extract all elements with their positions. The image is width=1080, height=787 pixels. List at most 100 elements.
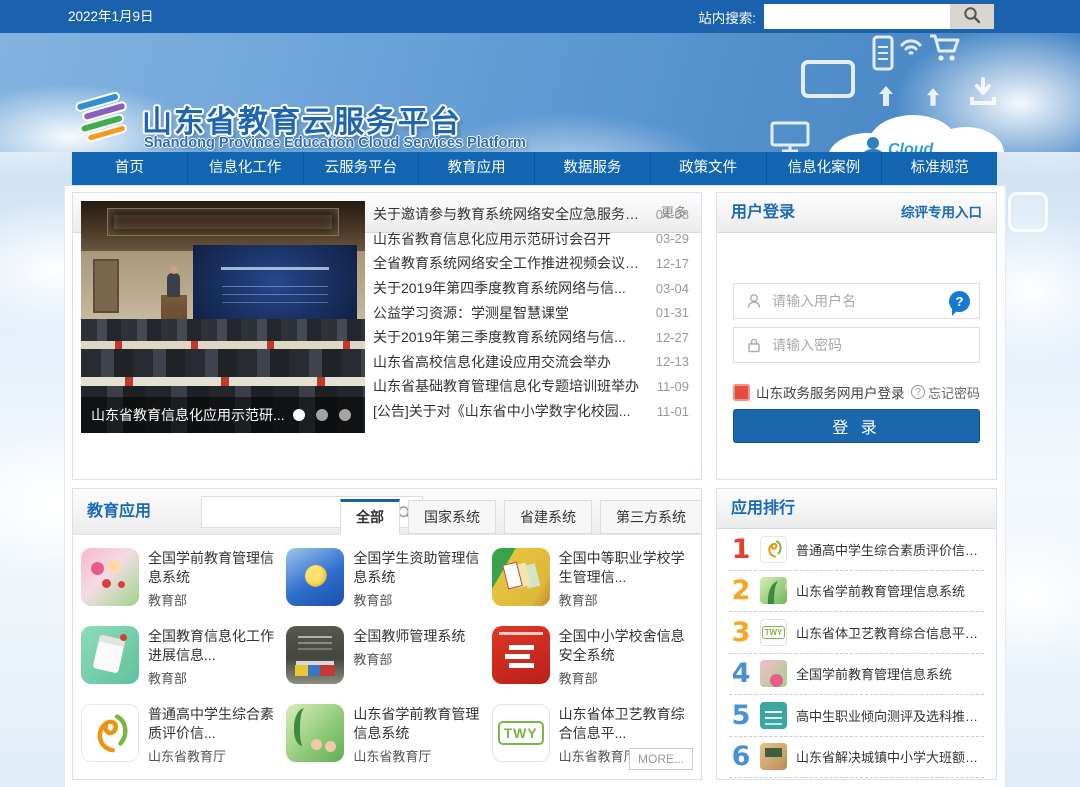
nav-item-3[interactable]: 教育应用 xyxy=(419,152,535,185)
app-card-text: 山东省学前教育管理信息系统山东省教育厅 xyxy=(353,704,485,782)
app-card[interactable]: 全国学前教育管理信息系统教育部 xyxy=(81,548,286,626)
app-name: 全国教育信息化工作进展信息... xyxy=(148,627,280,665)
ranking-title: 应用排行 xyxy=(731,489,795,529)
site-search: 站内搜索: xyxy=(698,4,994,29)
conference-photo xyxy=(81,349,365,377)
news-title-link[interactable]: 关于2019年第四季度教育系统网络与信... xyxy=(373,278,646,298)
forgot-label: 忘记密码 xyxy=(928,383,980,402)
beanstalk-kids-icon xyxy=(760,577,787,604)
rank-number: 2 xyxy=(729,575,753,606)
monitor-icon xyxy=(770,121,810,152)
app-card-text: 全国学生资助管理信息系统教育部 xyxy=(353,548,485,626)
app-card[interactable]: 全国教师管理系统教育部 xyxy=(286,626,491,704)
chalkboard-books-icon xyxy=(286,626,344,684)
rank-item[interactable]: 2 山东省学前教育管理信息系统 xyxy=(729,571,984,613)
rank-item[interactable]: 3TWY山东省体卫艺教育综合信息平台... xyxy=(729,612,984,654)
conference-photo xyxy=(81,319,365,341)
app-card[interactable]: 全国中小学校舍信息安全系统教育部 xyxy=(492,626,697,704)
app-card[interactable]: 全国中等职业学校学生管理信...教育部 xyxy=(492,548,697,626)
password-input[interactable] xyxy=(772,328,943,362)
app-org: 教育部 xyxy=(148,590,280,609)
news-title-link[interactable]: 山东省教育信息化应用示范研讨会召开 xyxy=(373,229,646,249)
news-item: 公益学习资源：学测星智慧课堂01-31 xyxy=(373,300,689,325)
nav-item-2[interactable]: 云服务平台 xyxy=(304,152,420,185)
news-carousel[interactable]: 山东省教育信息化应用示范研... xyxy=(81,201,365,433)
news-item: [公告]关于对《山东省中小学数字化校园... 11-01 xyxy=(373,399,689,424)
person-icon xyxy=(745,292,763,315)
rank-item[interactable]: 5高中生职业倾向测评及选科推荐... xyxy=(729,695,984,737)
app-card-text: 全国中等职业学校学生管理信...教育部 xyxy=(559,548,691,626)
page-subtitle: Shandong Province Education Cloud Servic… xyxy=(144,135,526,151)
app-name: 全国中小学校舍信息安全系统 xyxy=(559,627,691,665)
rank-number: 4 xyxy=(729,658,753,689)
tab-2[interactable]: 省建系统 xyxy=(504,500,592,534)
password-field xyxy=(733,327,980,363)
question-balloon-icon[interactable]: ? xyxy=(949,291,970,312)
news-item: 关于2019年第三季度教育系统网络与信... 12-27 xyxy=(373,325,689,350)
conference-photo xyxy=(167,273,180,297)
gov-service-login-link[interactable]: 山东政务服务网用户登录 xyxy=(733,382,905,402)
gov-badge-icon xyxy=(733,384,750,401)
news-title-link[interactable]: 关于邀请参与教育系统网络安全应急服务支... xyxy=(373,204,646,224)
nav-item-1[interactable]: 信息化工作 xyxy=(188,152,304,185)
carousel-dot[interactable] xyxy=(316,409,328,421)
login-panel: 用户登录 综评专用入口 ? 山东政务服务网用户登录 ? 忘记密码 xyxy=(716,192,997,480)
news-item: 山东省教育信息化应用示范研讨会召开03-29 xyxy=(373,227,689,252)
app-name: 全国中等职业学校学生管理信... xyxy=(559,549,691,587)
nav-item-6[interactable]: 信息化案例 xyxy=(767,152,883,185)
nav-item-5[interactable]: 政策文件 xyxy=(651,152,767,185)
site-search-input[interactable] xyxy=(764,4,950,29)
rank-item[interactable]: 4全国学前教育管理信息系统 xyxy=(729,654,984,696)
tab-3[interactable]: 第三方系统 xyxy=(600,500,702,534)
news-title-link[interactable]: 全省教育系统网络安全工作推进视频会议召开 xyxy=(373,253,646,273)
apps-panel: 教育应用 全部国家系统省建系统第三方系统 全国学前教育管理信息系统教育部全国学生… xyxy=(72,488,702,780)
app-card-text: 全国学前教育管理信息系统教育部 xyxy=(148,548,280,626)
classroom-icon xyxy=(760,743,787,770)
tab-0[interactable]: 全部 xyxy=(340,499,400,535)
carousel-dot[interactable] xyxy=(339,409,351,421)
rank-label: 山东省学前教育管理信息系统 xyxy=(796,581,965,600)
app-card-text: 全国教师管理系统教育部 xyxy=(353,626,465,704)
tab-1[interactable]: 国家系统 xyxy=(408,500,496,534)
news-item: 山东省基础教育管理信息化专题培训班举办11-09 xyxy=(373,374,689,399)
page: 2022年1月9日 站内搜索: xyxy=(0,0,1080,787)
news-item: 关于邀请参与教育系统网络安全应急服务支...04-08 xyxy=(373,202,689,227)
up-arrow-icon xyxy=(926,87,940,107)
app-card-text: 全国中小学校舍信息安全系统教育部 xyxy=(559,626,691,704)
app-card[interactable]: 全国教育信息化工作进展信息...教育部 xyxy=(81,626,286,704)
rank-item[interactable]: 6山东省解决城镇中小学大班额问... xyxy=(729,737,984,779)
wifi-icon xyxy=(898,33,924,59)
news-title-link[interactable]: 公益学习资源：学测星智慧课堂 xyxy=(373,303,646,323)
news-title-link[interactable]: 山东省基础教育管理信息化专题培训班举办 xyxy=(373,376,647,396)
forgot-password-link[interactable]: ? 忘记密码 xyxy=(911,383,980,402)
nav-item-7[interactable]: 标准规范 xyxy=(882,152,997,185)
evaluation-entry-link[interactable]: 综评专用入口 xyxy=(901,193,982,233)
conference-photo xyxy=(81,377,365,386)
search-icon xyxy=(962,5,982,28)
username-input[interactable] xyxy=(772,284,943,318)
news-title-link[interactable]: [公告]关于对《山东省中小学数字化校园... xyxy=(373,401,647,421)
news-title-link[interactable]: 关于2019年第三季度教育系统网络与信... xyxy=(373,327,646,347)
carousel-caption[interactable]: 山东省教育信息化应用示范研... xyxy=(81,405,293,425)
login-button[interactable]: 登 录 xyxy=(733,409,980,443)
swirl-evaluation-icon xyxy=(81,704,139,762)
app-card[interactable]: TWY山东省体卫艺教育综合信息平...山东省教育厅 xyxy=(492,704,697,782)
conference-photo xyxy=(81,341,365,349)
site-search-label: 站内搜索: xyxy=(698,7,756,27)
carousel-dots xyxy=(293,409,365,421)
news-date: 12-27 xyxy=(656,330,689,345)
nav-item-0[interactable]: 首页 xyxy=(72,152,188,185)
news-date: 11-01 xyxy=(657,404,689,419)
rank-item[interactable]: 1普通高中学生综合素质评价信息... xyxy=(729,529,984,571)
gov-login-label: 山东政务服务网用户登录 xyxy=(756,382,905,402)
news-title-link[interactable]: 山东省高校信息化建设应用交流会举办 xyxy=(373,352,646,372)
app-card[interactable]: 普通高中学生综合素质评价信...山东省教育厅 xyxy=(81,704,286,782)
app-card[interactable]: 山东省学前教育管理信息系统山东省教育厅 xyxy=(286,704,491,782)
person-silhouette-icon xyxy=(860,137,886,152)
carousel-dot[interactable] xyxy=(293,409,305,421)
nav-item-4[interactable]: 数据服务 xyxy=(535,152,651,185)
more-button[interactable]: MORE... xyxy=(629,748,693,770)
rank-label: 普通高中学生综合素质评价信息... xyxy=(796,540,984,559)
site-search-button[interactable] xyxy=(950,4,994,29)
app-card[interactable]: 全国学生资助管理信息系统教育部 xyxy=(286,548,491,626)
